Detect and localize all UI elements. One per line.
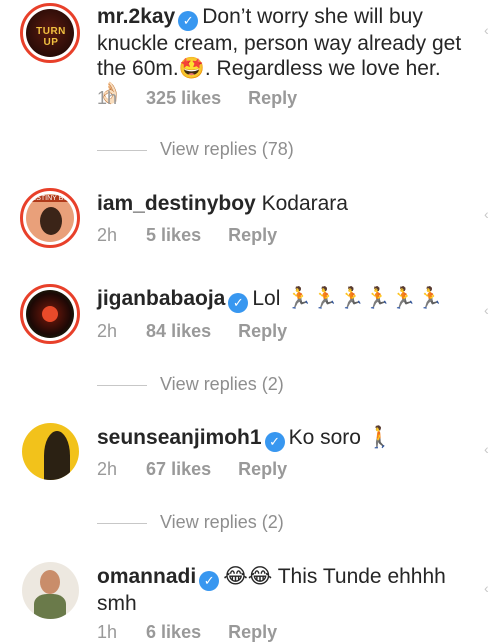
comment-text: iam_destinyboy Kodarara: [97, 191, 472, 216]
verified-badge-icon: ✓: [178, 11, 199, 31]
verified-badge-icon: ✓: [228, 293, 249, 313]
verified-badge-icon: ✓: [199, 571, 220, 591]
reply-button[interactable]: Reply: [248, 88, 297, 108]
comment-meta: 2h 5 likes Reply: [97, 225, 299, 246]
comment-text: jiganbabaoja ✓ Lol 🏃🏃🏃🏃🏃🏃: [97, 286, 472, 313]
reply-button[interactable]: Reply: [238, 459, 287, 479]
timestamp: 2h: [97, 321, 118, 341]
view-replies-label: View replies (78): [160, 139, 294, 159]
avatar[interactable]: [22, 562, 79, 619]
reply-button[interactable]: Reply: [228, 622, 277, 642]
divider-line: [97, 522, 147, 524]
view-replies-label: View replies (2): [160, 512, 284, 532]
username[interactable]: seunseanjimoh1: [97, 426, 262, 449]
comment-text: seunseanjimoh1 ✓ Ko soro 🚶: [97, 425, 472, 452]
heart-outline-icon[interactable]: ‹: [484, 302, 492, 318]
likes-count[interactable]: 84 likes: [146, 321, 211, 341]
username[interactable]: mr.2kay: [97, 5, 175, 28]
likes-count[interactable]: 6 likes: [146, 622, 201, 642]
avatar[interactable]: DESTINY BOY: [20, 188, 80, 248]
heart-outline-icon[interactable]: ‹: [484, 580, 492, 596]
timestamp: 1h: [97, 622, 118, 642]
view-replies-button[interactable]: View replies (2): [97, 512, 284, 533]
username[interactable]: omannadi: [97, 565, 196, 588]
avatar[interactable]: [20, 284, 80, 344]
timestamp: 1h: [97, 88, 118, 108]
comment-meta: 1h 6 likes Reply: [97, 622, 299, 643]
username[interactable]: iam_destinyboy: [97, 192, 256, 215]
comment-meta: 2h 67 likes Reply: [97, 459, 309, 480]
heart-outline-icon[interactable]: ‹: [484, 441, 492, 457]
avatar-logo: TURN UP: [36, 26, 66, 48]
likes-count[interactable]: 5 likes: [146, 225, 201, 245]
avatar-body: [34, 594, 66, 619]
avatar-face: [40, 570, 60, 594]
timestamp: 2h: [97, 459, 118, 479]
view-replies-button[interactable]: View replies (78): [97, 139, 294, 160]
comment-meta: 1h 325 likes Reply: [97, 88, 319, 109]
comment-text: omannadi ✓ 😂😂 This Tunde ehhhh smh: [97, 564, 472, 616]
avatar-face: [40, 207, 62, 235]
comment-body: Ko soro 🚶: [288, 426, 393, 449]
comment-meta: 2h 84 likes Reply: [97, 321, 309, 342]
verified-badge-icon: ✓: [264, 432, 285, 452]
heart-outline-icon[interactable]: ‹: [484, 206, 492, 222]
comment-body: Lol 🏃🏃🏃🏃🏃🏃: [252, 287, 444, 310]
timestamp: 2h: [97, 225, 118, 245]
avatar[interactable]: TURN UP: [20, 3, 80, 63]
username[interactable]: jiganbabaoja: [97, 287, 225, 310]
divider-line: [97, 149, 147, 151]
likes-count[interactable]: 325 likes: [146, 88, 221, 108]
view-replies-label: View replies (2): [160, 374, 284, 394]
heart-outline-icon[interactable]: ‹: [484, 22, 492, 38]
reply-button[interactable]: Reply: [228, 225, 277, 245]
divider-line: [97, 384, 147, 386]
avatar-figure: [44, 431, 70, 480]
avatar[interactable]: [22, 423, 79, 480]
avatar-label: DESTINY BOY: [26, 195, 74, 202]
likes-count[interactable]: 67 likes: [146, 459, 211, 479]
reply-button[interactable]: Reply: [238, 321, 287, 341]
view-replies-button[interactable]: View replies (2): [97, 374, 284, 395]
comment-body: Kodarara: [261, 192, 348, 215]
avatar-emblem: [42, 306, 58, 322]
